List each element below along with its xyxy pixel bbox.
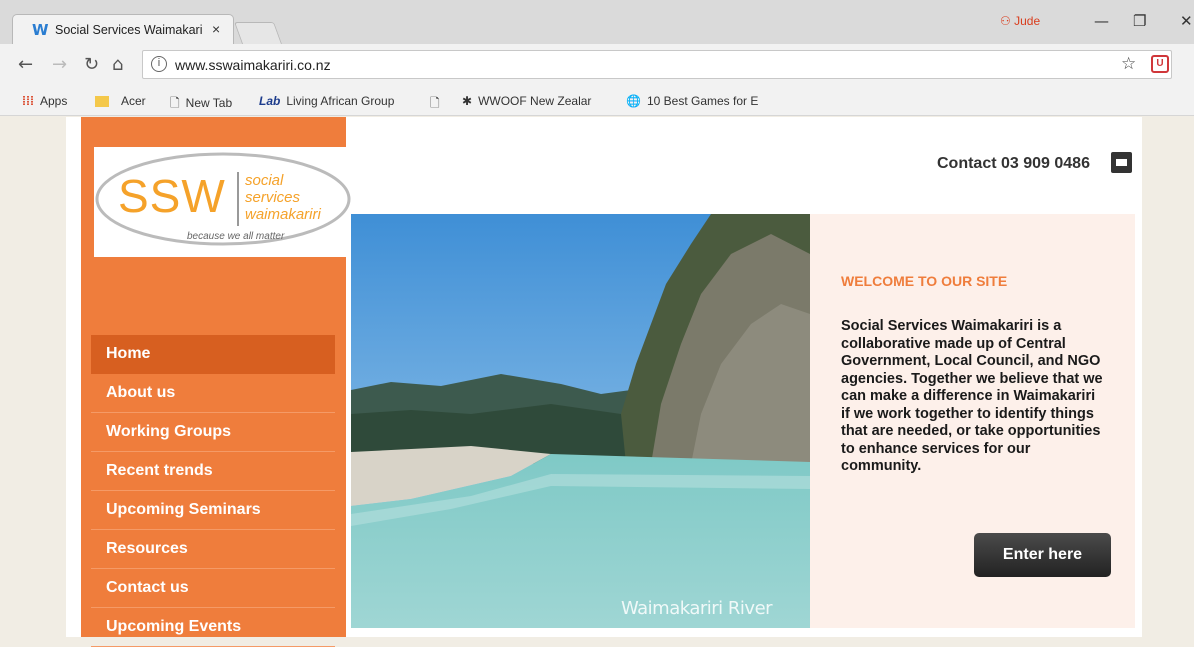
close-window-icon[interactable]: ✕ [1180, 12, 1193, 30]
bookmark-10-best-games[interactable]: 🌐 10 Best Games for E [626, 94, 758, 108]
menu-item-recent-trends[interactable]: Recent trends [91, 452, 335, 491]
profile-name: Jude [1014, 14, 1041, 28]
bookmarks-bar: ⁞⁞⁞ Apps Acer 🗋 New Tab Lab Living African … [0, 86, 1194, 116]
welcome-title: WELCOME TO OUR SITE [841, 273, 1008, 289]
folder-icon [95, 96, 109, 108]
logo-word-social: social [245, 172, 284, 189]
menu-item-home[interactable]: Home [91, 335, 335, 374]
restore-icon[interactable]: ❐ [1133, 12, 1146, 30]
info-icon[interactable]: i [151, 56, 167, 72]
logo-word-services: services [245, 189, 301, 206]
pocket-extension-icon[interactable]: U [1151, 55, 1169, 73]
browser-toolbar: ← → ↻ ⌂ i www.sswaimakariri.co.nz ☆ U [0, 44, 1194, 86]
back-icon[interactable]: ← [18, 54, 33, 75]
profile-button[interactable]: ⚇ Jude [1000, 14, 1040, 28]
bookmark-blank-page[interactable]: 🗋 [430, 94, 446, 115]
main-menu: Home About us Working Groups Recent tren… [91, 335, 335, 647]
reload-icon[interactable]: ↻ [84, 54, 99, 75]
address-bar[interactable]: i www.sswaimakariri.co.nz ☆ U [142, 50, 1172, 79]
weebly-icon: W [32, 21, 49, 39]
bookmark-acer[interactable]: Acer [95, 94, 146, 108]
wwoof-icon: ✱ [462, 94, 473, 108]
new-tab-button[interactable] [233, 22, 283, 44]
forward-icon[interactable]: → [52, 54, 67, 75]
menu-item-resources[interactable]: Resources [91, 530, 335, 569]
welcome-body: Social Services Waimakariri is a collabo… [841, 318, 1103, 474]
bookmark-star-icon[interactable]: ☆ [1121, 54, 1136, 74]
bookmark-new-tab[interactable]: 🗋 New Tab [170, 94, 232, 115]
profile-icon: ⚇ [1000, 14, 1015, 28]
enter-here-button[interactable]: Enter here [974, 533, 1111, 577]
home-icon[interactable]: ⌂ [112, 54, 123, 75]
menu-item-upcoming-seminars[interactable]: Upcoming Seminars [91, 491, 335, 530]
close-tab-icon[interactable]: × [212, 21, 220, 37]
menu-item-about-us[interactable]: About us [91, 374, 335, 413]
tab-title: Social Services Waimakariri [55, 23, 203, 37]
logo-abbr: SSW [118, 170, 226, 222]
site-logo[interactable]: SSW social services waimakariri because … [94, 147, 352, 257]
browser-tab[interactable]: W Social Services Waimakariri × [12, 14, 234, 44]
river-landscape-image [351, 214, 810, 628]
menu-item-upcoming-events[interactable]: Upcoming Events [91, 608, 335, 647]
hero-caption: Waimakariri River [621, 598, 773, 619]
logo-word-waimakariri: waimakariri [245, 206, 321, 223]
lab-icon: Lab [259, 94, 281, 108]
apps-grid-icon: ⁞⁞⁞ [22, 94, 34, 108]
page-icon: 🗋 [430, 96, 440, 110]
minimize-icon[interactable]: — [1094, 12, 1109, 30]
globe-icon: 🌐 [626, 94, 641, 108]
browser-titlebar: W Social Services Waimakariri × ⚇ Jude —… [0, 0, 1194, 44]
hero-image: Waimakariri River [351, 214, 810, 628]
bookmark-apps[interactable]: ⁞⁞⁞ Apps [22, 94, 67, 108]
bookmark-living-african-group[interactable]: Lab Living African Group [259, 94, 394, 108]
contact-phone: Contact 03 909 0486 [937, 155, 1090, 172]
menu-item-contact-us[interactable]: Contact us [91, 569, 335, 608]
bookmark-wwoof[interactable]: ✱ WWOOF New Zealar [462, 94, 591, 108]
logo-divider [237, 172, 239, 226]
page-icon: 🗋 [170, 96, 180, 110]
logo-tagline: because we all matter [187, 231, 285, 242]
welcome-panel: WELCOME TO OUR SITE Social Services Waim… [810, 214, 1135, 628]
mail-icon[interactable] [1111, 152, 1132, 173]
url-text[interactable]: www.sswaimakariri.co.nz [175, 57, 331, 73]
menu-item-working-groups[interactable]: Working Groups [91, 413, 335, 452]
